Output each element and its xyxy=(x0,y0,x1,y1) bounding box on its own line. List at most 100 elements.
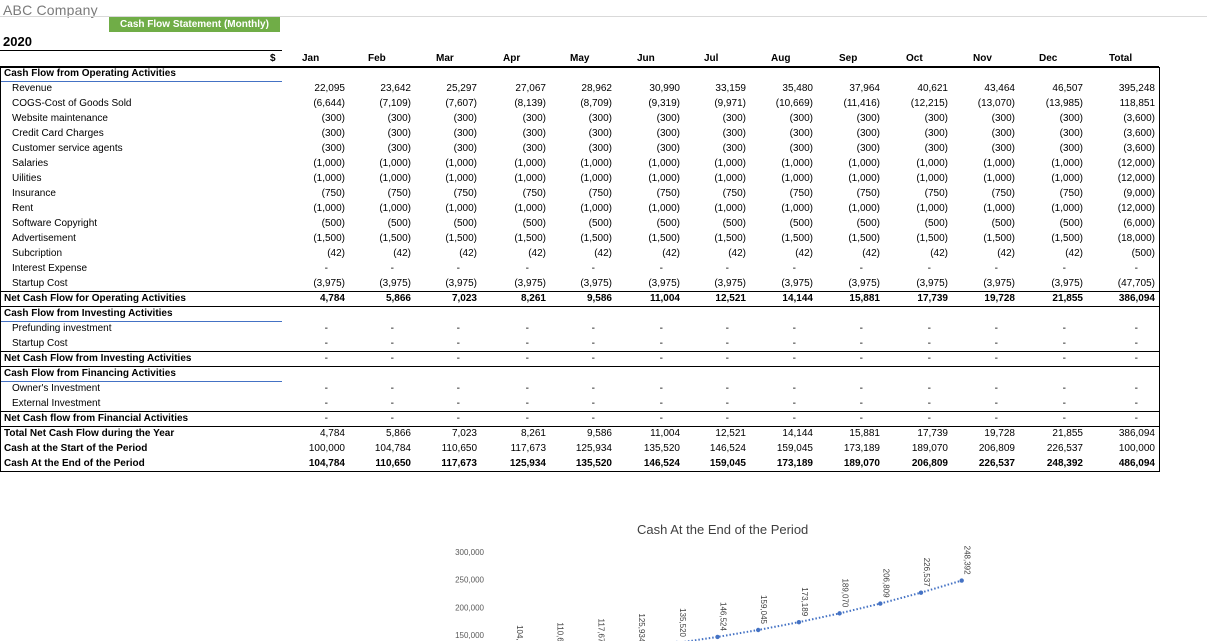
cell-mar[interactable]: 7,023 xyxy=(452,293,477,304)
cell-may[interactable]: (1,500) xyxy=(580,233,612,244)
cell-aug[interactable]: - xyxy=(793,413,796,424)
cell-oct[interactable]: (300) xyxy=(925,143,948,154)
cell-jul[interactable]: - xyxy=(726,338,729,349)
cell-oct[interactable]: (1,500) xyxy=(916,233,948,244)
cell-sep[interactable]: (300) xyxy=(857,143,880,154)
cell-may[interactable]: (500) xyxy=(589,218,612,229)
cell-aug[interactable]: - xyxy=(793,353,796,364)
cell-dec[interactable]: (3,975) xyxy=(1051,278,1083,289)
cell-aug[interactable]: (1,000) xyxy=(781,158,813,169)
cell-may[interactable]: (300) xyxy=(589,113,612,124)
cell-aug[interactable]: - xyxy=(793,323,796,334)
cell-total[interactable]: - xyxy=(1135,323,1138,334)
cell-apr[interactable]: (1,000) xyxy=(514,158,546,169)
cell-sep[interactable]: - xyxy=(860,383,863,394)
cell-nov[interactable]: 19,728 xyxy=(984,428,1015,439)
cell-dec[interactable]: (42) xyxy=(1065,248,1083,259)
cell-nov[interactable]: (300) xyxy=(992,128,1015,139)
cell-aug[interactable]: (1,000) xyxy=(781,173,813,184)
cell-total[interactable]: - xyxy=(1135,263,1138,274)
cell-oct[interactable]: - xyxy=(928,338,931,349)
cell-jun[interactable]: - xyxy=(660,263,663,274)
cell-mar[interactable]: - xyxy=(457,398,460,409)
cell-may[interactable]: 28,962 xyxy=(581,83,612,94)
cell-jul[interactable]: - xyxy=(726,398,729,409)
cell-oct[interactable]: 206,809 xyxy=(912,458,948,469)
cell-may[interactable]: (1,000) xyxy=(580,203,612,214)
cell-nov[interactable]: (300) xyxy=(992,113,1015,124)
cell-feb[interactable]: (7,109) xyxy=(379,98,411,109)
cell-jul[interactable]: (300) xyxy=(723,128,746,139)
cell-nov[interactable]: (1,000) xyxy=(983,203,1015,214)
cell-jun[interactable]: (9,319) xyxy=(648,98,680,109)
cell-nov[interactable]: (750) xyxy=(992,188,1015,199)
cell-jul[interactable]: 159,045 xyxy=(710,458,746,469)
cell-aug[interactable]: (300) xyxy=(790,128,813,139)
cell-dec[interactable]: 226,537 xyxy=(1047,443,1083,454)
cell-jan[interactable]: - xyxy=(325,413,328,424)
cell-dec[interactable]: - xyxy=(1063,383,1066,394)
cell-feb[interactable]: (42) xyxy=(393,248,411,259)
cell-sep[interactable]: - xyxy=(860,398,863,409)
cell-nov[interactable]: (1,000) xyxy=(983,158,1015,169)
cell-apr[interactable]: (42) xyxy=(528,248,546,259)
cell-mar[interactable]: - xyxy=(457,353,460,364)
cell-mar[interactable]: (500) xyxy=(454,218,477,229)
cell-apr[interactable]: 27,067 xyxy=(515,83,546,94)
cell-oct[interactable]: (500) xyxy=(925,218,948,229)
cell-nov[interactable]: (1,000) xyxy=(983,173,1015,184)
cell-feb[interactable]: - xyxy=(391,353,394,364)
cell-dec[interactable]: 46,507 xyxy=(1052,83,1083,94)
cell-dec[interactable]: 248,392 xyxy=(1047,458,1083,469)
cell-feb[interactable]: 5,866 xyxy=(386,293,411,304)
cell-may[interactable]: - xyxy=(592,398,595,409)
cell-apr[interactable]: (1,000) xyxy=(514,173,546,184)
cell-jan[interactable]: (300) xyxy=(322,128,345,139)
cell-sep[interactable]: - xyxy=(860,338,863,349)
cell-jun[interactable]: (300) xyxy=(657,143,680,154)
cell-apr[interactable]: - xyxy=(526,413,529,424)
cell-jul[interactable]: (3,975) xyxy=(714,278,746,289)
cell-aug[interactable]: 35,480 xyxy=(782,83,813,94)
cell-jan[interactable]: (6,644) xyxy=(313,98,345,109)
cell-jun[interactable]: (1,000) xyxy=(648,173,680,184)
cell-aug[interactable]: - xyxy=(793,338,796,349)
cell-dec[interactable]: 21,855 xyxy=(1052,428,1083,439)
cell-jun[interactable]: (1,000) xyxy=(648,158,680,169)
cell-jan[interactable]: (1,500) xyxy=(313,233,345,244)
cell-sep[interactable]: (1,000) xyxy=(848,203,880,214)
cell-total[interactable]: 118,851 xyxy=(1120,98,1155,109)
cell-aug[interactable]: 173,189 xyxy=(777,458,813,469)
cell-jan[interactable]: (500) xyxy=(322,218,345,229)
cell-jul[interactable]: - xyxy=(726,353,729,364)
cell-may[interactable]: 135,520 xyxy=(576,458,612,469)
cell-mar[interactable]: - xyxy=(457,263,460,274)
cell-sep[interactable]: 189,070 xyxy=(844,458,880,469)
cell-feb[interactable]: - xyxy=(391,263,394,274)
cell-apr[interactable]: - xyxy=(526,323,529,334)
cell-feb[interactable]: - xyxy=(391,338,394,349)
cell-feb[interactable]: - xyxy=(391,398,394,409)
cell-jun[interactable]: 146,524 xyxy=(644,458,680,469)
cell-jan[interactable]: - xyxy=(325,383,328,394)
cell-may[interactable]: - xyxy=(592,323,595,334)
cell-mar[interactable]: 110,650 xyxy=(442,443,477,454)
cell-sep[interactable]: (11,416) xyxy=(843,98,880,109)
cell-oct[interactable]: - xyxy=(928,353,931,364)
cell-sep[interactable]: (1,000) xyxy=(848,158,880,169)
cell-jul[interactable]: (500) xyxy=(723,218,746,229)
cell-jun[interactable]: - xyxy=(660,413,663,424)
cell-total[interactable]: (6,000) xyxy=(1123,218,1155,229)
cell-jul[interactable]: 12,521 xyxy=(715,428,746,439)
cell-jul[interactable]: (300) xyxy=(723,113,746,124)
cell-jul[interactable]: 146,524 xyxy=(710,443,746,454)
cell-sep[interactable]: (42) xyxy=(862,248,880,259)
cell-mar[interactable]: (1,000) xyxy=(445,173,477,184)
cell-total[interactable]: (12,000) xyxy=(1118,203,1155,214)
cell-dec[interactable]: - xyxy=(1063,338,1066,349)
cell-may[interactable]: (8,709) xyxy=(580,98,612,109)
cell-oct[interactable]: 17,739 xyxy=(917,293,948,304)
cell-mar[interactable]: (750) xyxy=(454,188,477,199)
cell-aug[interactable]: 159,045 xyxy=(777,443,813,454)
cell-dec[interactable]: - xyxy=(1063,413,1066,424)
